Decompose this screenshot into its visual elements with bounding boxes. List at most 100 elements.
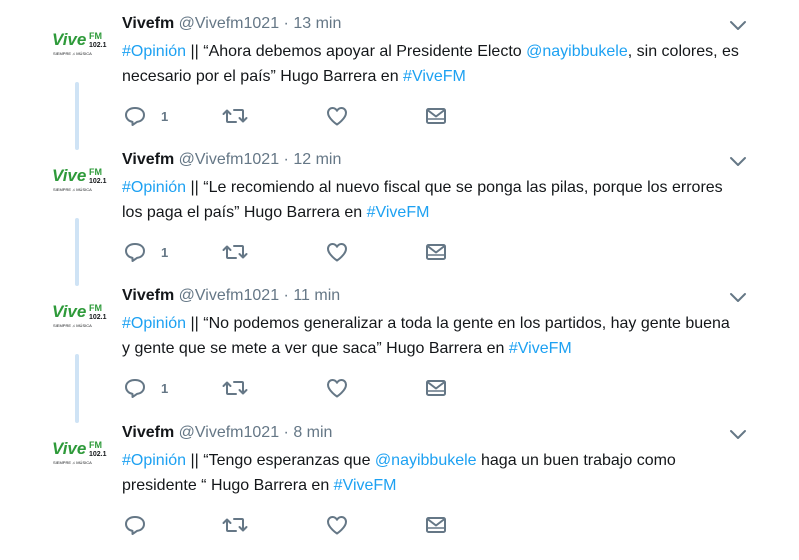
separator-dot: ·: [283, 151, 289, 168]
svg-text:SIEMPRE ♫ MÚSICA: SIEMPRE ♫ MÚSICA: [53, 323, 92, 328]
svg-text:Vive: Vive: [52, 166, 86, 185]
reply-icon: [125, 379, 145, 398]
reply-button[interactable]: 1: [123, 240, 168, 264]
tweet-text-segment: || “Tengo esperanzas que: [186, 452, 375, 469]
thread-line: [75, 218, 79, 286]
user-handle[interactable]: @Vivefm1021: [179, 287, 279, 304]
retweet-button[interactable]: [222, 376, 248, 400]
tweet[interactable]: Vive FM 102.1 SIEMPRE ♫ MÚSICA Vivefm @V…: [0, 286, 799, 423]
timestamp[interactable]: 12 min: [293, 151, 341, 168]
hashtag-link[interactable]: #ViveFM: [403, 68, 466, 85]
user-handle[interactable]: @Vivefm1021: [179, 151, 279, 168]
reply-icon: [125, 107, 145, 126]
reply-button[interactable]: 1: [123, 376, 168, 400]
envelope-icon: [426, 244, 446, 260]
display-name[interactable]: Vivefm: [122, 15, 174, 32]
tweet-text-segment: || “Ahora debemos apoyar al Presidente E…: [186, 43, 527, 60]
tweet-text: #Opinión || “Le recomiendo al nuevo fisc…: [122, 175, 742, 225]
vivefm-logo-icon: Vive FM 102.1 SIEMPRE ♫ MÚSICA: [52, 439, 107, 465]
reply-button[interactable]: [123, 513, 161, 537]
avatar[interactable]: Vive FM 102.1 SIEMPRE ♫ MÚSICA: [52, 437, 110, 469]
mention-link[interactable]: @nayibbukele: [526, 43, 628, 60]
vivefm-logo-icon: Vive FM 102.1 SIEMPRE ♫ MÚSICA: [52, 166, 107, 192]
reply-count: 1: [161, 380, 169, 396]
svg-text:FM: FM: [89, 303, 102, 313]
retweet-icon: [222, 109, 248, 123]
reply-count: 1: [161, 108, 169, 124]
hashtag-link[interactable]: #Opinión: [122, 43, 186, 60]
thread-line: [75, 82, 79, 150]
svg-text:102.1: 102.1: [89, 451, 107, 458]
display-name[interactable]: Vivefm: [122, 151, 174, 168]
retweet-button[interactable]: [222, 513, 248, 537]
tweet-text: #Opinión || “Tengo esperanzas que @nayib…: [122, 448, 742, 498]
thread-line: [75, 354, 79, 423]
user-handle[interactable]: @Vivefm1021: [179, 424, 279, 441]
heart-icon: [327, 379, 347, 398]
message-button[interactable]: [424, 513, 448, 537]
svg-text:FM: FM: [89, 31, 102, 41]
retweet-icon: [222, 381, 248, 395]
svg-text:FM: FM: [89, 440, 102, 450]
tweet-header: Vivefm @Vivefm1021 · 13 min: [122, 14, 341, 34]
chevron-down-icon[interactable]: [728, 426, 748, 442]
reply-count: 1: [161, 244, 169, 260]
retweet-icon: [222, 245, 248, 259]
heart-icon: [327, 243, 347, 262]
display-name[interactable]: Vivefm: [122, 287, 174, 304]
reply-button[interactable]: 1: [123, 104, 168, 128]
user-handle[interactable]: @Vivefm1021: [179, 15, 279, 32]
separator-dot: ·: [283, 287, 289, 304]
svg-text:Vive: Vive: [52, 439, 86, 458]
svg-text:Vive: Vive: [52, 30, 86, 49]
chevron-down-icon[interactable]: [728, 153, 748, 169]
display-name[interactable]: Vivefm: [122, 424, 174, 441]
hashtag-link[interactable]: #ViveFM: [367, 204, 430, 221]
vivefm-logo-icon: Vive FM 102.1 SIEMPRE ♫ MÚSICA: [52, 302, 107, 328]
reply-icon: [125, 516, 145, 535]
svg-text:102.1: 102.1: [89, 314, 107, 321]
tweet-header: Vivefm @Vivefm1021 · 11 min: [122, 286, 340, 306]
like-button[interactable]: [325, 513, 349, 537]
hashtag-link[interactable]: #Opinión: [122, 315, 186, 332]
message-button[interactable]: [424, 104, 448, 128]
hashtag-link[interactable]: #ViveFM: [334, 477, 397, 494]
tweet-header: Vivefm @Vivefm1021 · 12 min: [122, 150, 341, 170]
timestamp[interactable]: 13 min: [293, 15, 341, 32]
svg-text:102.1: 102.1: [89, 42, 107, 49]
hashtag-link[interactable]: #Opinión: [122, 179, 186, 196]
avatar[interactable]: Vive FM 102.1 SIEMPRE ♫ MÚSICA: [52, 164, 110, 196]
hashtag-link[interactable]: #ViveFM: [509, 340, 572, 357]
tweet[interactable]: Vive FM 102.1 SIEMPRE ♫ MÚSICA Vivefm @V…: [0, 150, 799, 287]
like-button[interactable]: [325, 104, 349, 128]
heart-icon: [327, 516, 347, 535]
retweet-button[interactable]: [222, 240, 248, 264]
like-button[interactable]: [325, 240, 349, 264]
separator-dot: ·: [283, 15, 289, 32]
retweet-button[interactable]: [222, 104, 248, 128]
hashtag-link[interactable]: #Opinión: [122, 452, 186, 469]
chevron-down-icon[interactable]: [728, 289, 748, 305]
mention-link[interactable]: @nayibbukele: [375, 452, 477, 469]
reply-icon: [125, 243, 145, 262]
timestamp[interactable]: 8 min: [293, 424, 332, 441]
avatar[interactable]: Vive FM 102.1 SIEMPRE ♫ MÚSICA: [52, 300, 110, 332]
tweet-header: Vivefm @Vivefm1021 · 8 min: [122, 423, 332, 443]
tweet-text-segment: || “No podemos generalizar a toda la gen…: [122, 315, 730, 357]
tweet-text: #Opinión || “Ahora debemos apoyar al Pre…: [122, 39, 742, 89]
svg-text:SIEMPRE ♫ MÚSICA: SIEMPRE ♫ MÚSICA: [53, 51, 92, 56]
envelope-icon: [426, 517, 446, 533]
message-button[interactable]: [424, 376, 448, 400]
avatar[interactable]: Vive FM 102.1 SIEMPRE ♫ MÚSICA: [52, 28, 110, 60]
tweet[interactable]: Vive FM 102.1 SIEMPRE ♫ MÚSICA Vivefm @V…: [0, 423, 799, 560]
envelope-icon: [426, 380, 446, 396]
message-button[interactable]: [424, 240, 448, 264]
timestamp[interactable]: 11 min: [293, 287, 340, 304]
envelope-icon: [426, 108, 446, 124]
retweet-icon: [222, 518, 248, 532]
like-button[interactable]: [325, 376, 349, 400]
chevron-down-icon[interactable]: [728, 17, 748, 33]
svg-text:FM: FM: [89, 167, 102, 177]
tweet[interactable]: Vive FM 102.1 SIEMPRE ♫ MÚSICA Vivefm @V…: [0, 14, 799, 151]
separator-dot: ·: [283, 424, 289, 441]
